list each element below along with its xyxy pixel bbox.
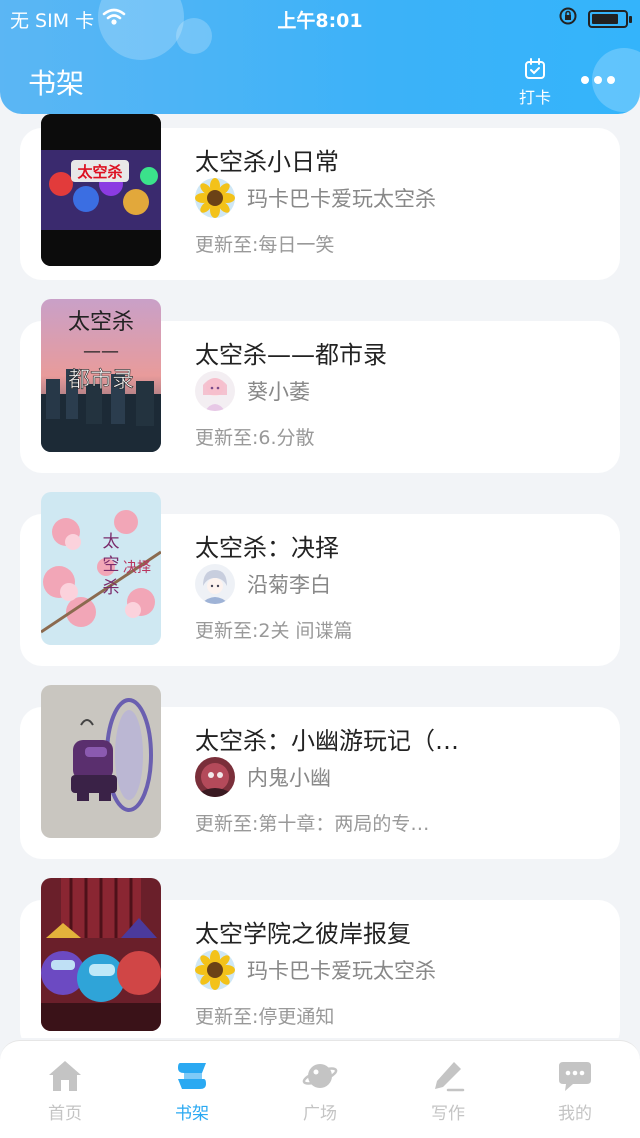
- tab-bookshelf[interactable]: 书架: [152, 1059, 232, 1124]
- status-bar: 无 SIM 卡 上午8:01: [0, 0, 640, 36]
- cover-text: 空: [103, 555, 120, 575]
- chat-bubble-icon: [557, 1062, 593, 1097]
- author-name[interactable]: 内鬼小幽: [247, 762, 331, 792]
- bookshelf-icon: [174, 1063, 210, 1097]
- home-icon: [47, 1061, 83, 1097]
- tab-home[interactable]: 首页: [25, 1059, 105, 1124]
- book-title: 太空杀：小幽游玩记（…: [195, 727, 459, 755]
- bottom-tab-bar: 首页 书架 广场 写作 我的: [0, 1040, 640, 1138]
- author-name[interactable]: 玛卡巴卡爱玩太空杀: [247, 183, 436, 213]
- author-name[interactable]: 玛卡巴卡爱玩太空杀: [247, 955, 436, 985]
- bookshelf-list[interactable]: 太空杀 太空杀小日常 玛卡巴卡爱玩太空杀 更新至:每日一笑 太空杀 —— 都市录…: [0, 114, 640, 1038]
- update-info: 更新至:第十章：两局的专…: [195, 809, 429, 836]
- book-cover[interactable]: 太 空 杀 决择: [41, 492, 161, 645]
- avatar: [195, 564, 235, 604]
- avatar: [195, 371, 235, 411]
- status-time: 上午8:01: [277, 10, 363, 32]
- planet-icon: [302, 1064, 338, 1097]
- update-info: 更新至:停更通知: [195, 1002, 334, 1029]
- avatar: [195, 178, 235, 218]
- tab-label: 写作: [431, 1104, 465, 1124]
- author-name[interactable]: 葵小萎: [247, 376, 310, 406]
- cover-text: 都市录: [68, 368, 134, 393]
- update-text: 2关 间谍篇: [258, 620, 353, 642]
- update-text: 每日一笑: [258, 234, 335, 256]
- cover-text: 太空杀: [77, 163, 122, 181]
- avatar: [195, 757, 235, 797]
- cover-text: 太空杀: [68, 310, 134, 335]
- cover-text: 决择: [123, 560, 151, 576]
- checkin-button[interactable]: 打卡: [512, 58, 558, 108]
- cover-text: 太: [103, 532, 120, 552]
- app-header: 无 SIM 卡 上午8:01 书架 打卡: [0, 0, 640, 114]
- tab-label: 首页: [48, 1104, 82, 1124]
- book-cover[interactable]: [41, 878, 161, 1031]
- book-card[interactable]: 太空学院之彼岸报复 玛卡巴卡爱玩太空杀 更新至:停更通知: [20, 878, 620, 1038]
- tab-mine[interactable]: 我的: [535, 1059, 615, 1124]
- book-title: 太空杀：决择: [195, 534, 339, 562]
- update-prefix: 更新至:: [195, 1006, 259, 1028]
- book-cover[interactable]: 太空杀 —— 都市录: [41, 299, 161, 452]
- update-info: 更新至:每日一笑: [195, 230, 334, 257]
- more-button[interactable]: [578, 68, 618, 92]
- update-prefix: 更新至:: [195, 427, 259, 449]
- update-info: 更新至:2关 间谍篇: [195, 616, 353, 643]
- tab-label: 我的: [558, 1104, 592, 1124]
- tab-label: 广场: [303, 1104, 337, 1124]
- tab-label: 书架: [175, 1104, 209, 1124]
- update-text: 第十章：两局的专…: [258, 813, 430, 835]
- book-card[interactable]: 太空杀 —— 都市录 太空杀——都市录 葵小萎 更新至:6.分散: [20, 299, 620, 473]
- book-card[interactable]: 太空杀 太空杀小日常 玛卡巴卡爱玩太空杀 更新至:每日一笑: [20, 114, 620, 280]
- author-name[interactable]: 沿菊李白: [247, 569, 331, 599]
- tab-write[interactable]: 写作: [408, 1059, 488, 1124]
- update-prefix: 更新至:: [195, 234, 259, 256]
- update-prefix: 更新至:: [195, 813, 259, 835]
- more-dot: [607, 76, 615, 84]
- calendar-check-icon: [524, 58, 546, 84]
- update-info: 更新至:6.分散: [195, 423, 315, 450]
- checkin-label: 打卡: [518, 88, 551, 107]
- book-cover[interactable]: [41, 685, 161, 838]
- author-row: 内鬼小幽: [195, 757, 331, 797]
- book-title: 太空杀小日常: [195, 148, 339, 176]
- book-card[interactable]: 太空杀：小幽游玩记（… 内鬼小幽 更新至:第十章：两局的专…: [20, 685, 620, 859]
- tab-plaza[interactable]: 广场: [280, 1059, 360, 1124]
- pen-icon: [430, 1062, 466, 1097]
- rotation-lock-icon: [558, 6, 578, 31]
- author-row: 沿菊李白: [195, 564, 331, 604]
- book-title: 太空学院之彼岸报复: [195, 920, 411, 948]
- update-prefix: 更新至:: [195, 620, 259, 642]
- battery-icon: [588, 9, 632, 28]
- update-text: 6.分散: [258, 427, 315, 449]
- book-title: 太空杀——都市录: [195, 341, 387, 369]
- more-dot: [594, 76, 602, 84]
- author-row: 葵小萎: [195, 371, 310, 411]
- more-dots-icon: [581, 76, 589, 84]
- update-text: 停更通知: [258, 1006, 335, 1028]
- book-cover[interactable]: 太空杀: [41, 114, 161, 266]
- cover-text: 杀: [103, 578, 120, 598]
- page-title: 书架: [28, 67, 85, 100]
- cover-text: ——: [83, 341, 119, 362]
- battery-level: [592, 13, 618, 24]
- book-card[interactable]: 太 空 杀 决择 太空杀：决择 沿菊李白 更新至:2关 间谍篇: [20, 492, 620, 666]
- author-row: 玛卡巴卡爱玩太空杀: [195, 178, 436, 218]
- avatar: [195, 950, 235, 990]
- author-row: 玛卡巴卡爱玩太空杀: [195, 950, 436, 990]
